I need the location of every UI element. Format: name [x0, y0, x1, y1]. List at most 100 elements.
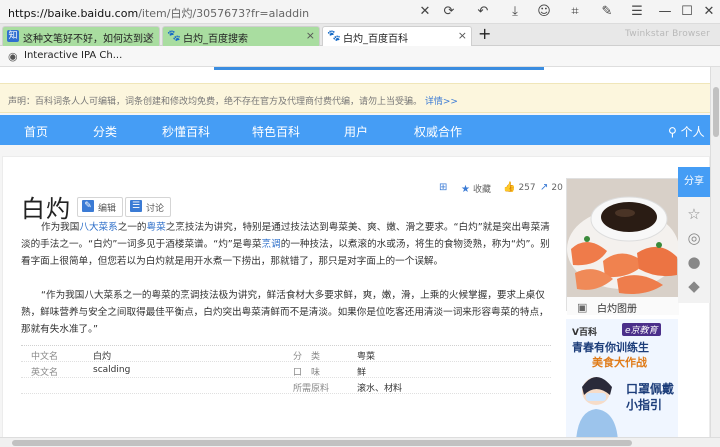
refresh-icon[interactable]: ⟳ [440, 3, 458, 21]
edit-icon[interactable]: ✎ [598, 3, 616, 21]
zhihu-favicon-icon: 知 [7, 30, 19, 42]
nav-user[interactable]: 用户 [344, 123, 368, 140]
horizontal-scrollbar[interactable] [0, 437, 720, 447]
user-icon[interactable]: ☺ [535, 3, 553, 21]
nav-authority[interactable]: 权威合作 [414, 123, 462, 140]
collect-label: 收藏 [472, 185, 491, 195]
star-icon: ★ [461, 184, 470, 195]
tab-baidu-baike[interactable]: 🐾 白灼_百度百科 × [322, 26, 472, 46]
personal-label: 个人 [680, 125, 705, 139]
download-icon[interactable]: ⤓ [506, 3, 524, 21]
wechat-icon[interactable]: ● [685, 253, 703, 271]
notice-bar: 声明：百科词条人人可编辑，词条创建和修改均免费，绝不存在官方及代理商付费代编，请… [0, 83, 710, 113]
text-run: 之一的 [117, 222, 147, 233]
horizontal-scrollbar-thumb[interactable] [12, 440, 632, 446]
baidu-paw-icon: 🐾 [327, 29, 341, 42]
share-count-button[interactable]: ↗ 20 [540, 182, 563, 193]
weibo-icon[interactable]: ◎ [685, 229, 703, 247]
undo-icon[interactable]: ↶ [474, 3, 492, 21]
info-value[interactable]: 粤菜 [357, 349, 375, 362]
url-path: /item/白灼/3057673?fr=aladdin [138, 7, 310, 20]
nav-personal[interactable]: ⚲ 个人 [668, 123, 705, 140]
bookmark-bar: ◉ Interactive IPA Ch... [0, 46, 720, 67]
tab-close-icon[interactable]: × [146, 29, 155, 42]
web-page: 声明：百科词条人人可编辑，词条创建和修改均免费，绝不存在官方及代理商付费代编，请… [0, 67, 710, 437]
menu-icon[interactable]: ☰ [628, 3, 646, 21]
album-link[interactable]: ▣ 白灼图册 [567, 297, 679, 315]
nav-home[interactable]: 首页 [24, 123, 48, 140]
album-icon: ▣ [577, 301, 588, 314]
baidu-paw-icon: 🐾 [167, 29, 181, 42]
tab-close-icon[interactable]: × [458, 29, 467, 42]
info-row: 英文名 scalding 口 味 鲜 [21, 362, 551, 378]
vertical-scrollbar-thumb[interactable] [713, 87, 719, 137]
link-badacaixi[interactable]: 八大菜系 [79, 222, 117, 233]
info-value: 滚水、材料 [357, 384, 403, 394]
nav-featured[interactable]: 特色百科 [252, 123, 300, 140]
favorite-star-icon[interactable]: ☆ [685, 205, 703, 223]
info-key: 中文名 [31, 352, 59, 362]
address-bar[interactable]: https://baike.baidu.com/item/白灼/3057673?… [0, 0, 720, 24]
add-icon[interactable]: ⊞ [439, 182, 450, 193]
info-value: 鲜 [357, 368, 367, 378]
info-key: 分 类 [293, 352, 321, 362]
link-pengtiao[interactable]: 烹调 [262, 239, 281, 250]
window-close-icon[interactable]: ✕ [700, 3, 718, 21]
tab-label: 这种文笔好不好，如何达到这 [23, 34, 153, 45]
summary-picture[interactable]: ▣ 白灼图册 [566, 178, 679, 315]
ad-brand: V百科 [572, 328, 597, 338]
info-key: 所需原料 [293, 384, 330, 394]
new-tab-button[interactable]: + [478, 25, 491, 43]
collect-button[interactable]: ★ 收藏 [461, 182, 491, 195]
share-arrow-icon: ↗ [540, 182, 549, 193]
ad-banner[interactable]: V百科 e京教育 青春有你训练生 美食大作战 口罩佩戴小指引 [566, 319, 678, 437]
discuss-button[interactable]: ☰ 讨论 [125, 197, 172, 217]
nav-category[interactable]: 分类 [93, 123, 117, 140]
tab-strip: 知 这种文笔好不好，如何达到这 × 🐾 白灼_百度搜索 × 🐾 白灼_百度百科 … [0, 24, 720, 46]
share-button[interactable]: 分享 [678, 167, 710, 197]
search-strip [0, 67, 710, 83]
maximize-icon[interactable]: ☐ [678, 3, 696, 21]
minimize-icon[interactable]: — [656, 3, 674, 21]
nav-miaodong[interactable]: 秒懂百科 [162, 123, 210, 140]
info-row: 中文名 白灼 分 类 粤菜 [21, 346, 551, 362]
main-nav: 首页 分类 秒懂百科 特色百科 用户 权威合作 ⚲ 个人 [0, 115, 710, 145]
shrimp-dish-image [567, 179, 679, 297]
close-url-icon[interactable]: ✕ [416, 3, 434, 21]
link-yuecai[interactable]: 粤菜 [147, 222, 166, 233]
bookmark-item[interactable]: ◉ Interactive IPA Ch... [8, 50, 123, 63]
browser-brand: Twinkstar Browser [625, 29, 710, 39]
globe-icon: ◉ [8, 50, 18, 63]
crop-icon[interactable]: ⌗ [566, 3, 584, 21]
ad-line-3: 口罩佩戴小指引 [626, 382, 675, 412]
url-text[interactable]: https://baike.baidu.com/item/白灼/3057673?… [8, 5, 309, 21]
ad-line-1: 青春有你训练生 [572, 341, 649, 354]
basic-info-table: 中文名 白灼 分 类 粤菜 英文名 scalding 口 味 鲜 所需原料 滚水… [21, 345, 551, 394]
tab-close-icon[interactable]: × [306, 29, 315, 42]
paragraph-1: 作为我国八大菜系之一的粤菜之烹技法为讲究，特别是通过技法达到粤菜美、爽、嫩、滑之… [21, 219, 551, 270]
vertical-scrollbar[interactable] [710, 67, 720, 437]
share-count: 20 [551, 183, 563, 193]
tab-baidu-search[interactable]: 🐾 白灼_百度搜索 × [162, 26, 320, 46]
qq-icon[interactable]: ◆ [685, 277, 703, 295]
ad-person-illustration [576, 377, 618, 437]
url-host: https://baike.baidu.com [8, 7, 139, 20]
info-row: 所需原料 滚水、材料 [21, 378, 551, 394]
thumbs-up-icon: 👍 [503, 182, 516, 193]
ad-tag: e京教育 [622, 323, 661, 336]
tab-zhihu[interactable]: 知 这种文笔好不好，如何达到这 × [2, 26, 160, 46]
edit-button[interactable]: ✎ 编辑 [77, 197, 124, 217]
album-label: 白灼图册 [597, 304, 637, 315]
tab-label: 白灼_百度百科 [343, 34, 408, 45]
notice-text: 声明：百科词条人人可编辑，词条创建和修改均免费，绝不存在官方及代理商付费代编，请… [8, 97, 423, 107]
discuss-label: 讨论 [146, 204, 165, 214]
search-box-edge[interactable] [214, 67, 544, 70]
tab-label: 白灼_百度搜索 [183, 34, 248, 45]
edit-label: 编辑 [98, 204, 117, 214]
info-value: 白灼 [93, 352, 112, 362]
comment-icon: ☰ [130, 200, 142, 212]
bookmark-label: Interactive IPA Ch... [24, 50, 123, 61]
notice-more-link[interactable]: 详情>> [425, 97, 458, 107]
paragraph-2: “作为我国八大菜系之一的粤菜的烹调技法极为讲究，鲜活食材大多要求鲜，爽，嫩，滑，… [21, 287, 551, 338]
like-button[interactable]: 👍 257 [503, 182, 536, 193]
